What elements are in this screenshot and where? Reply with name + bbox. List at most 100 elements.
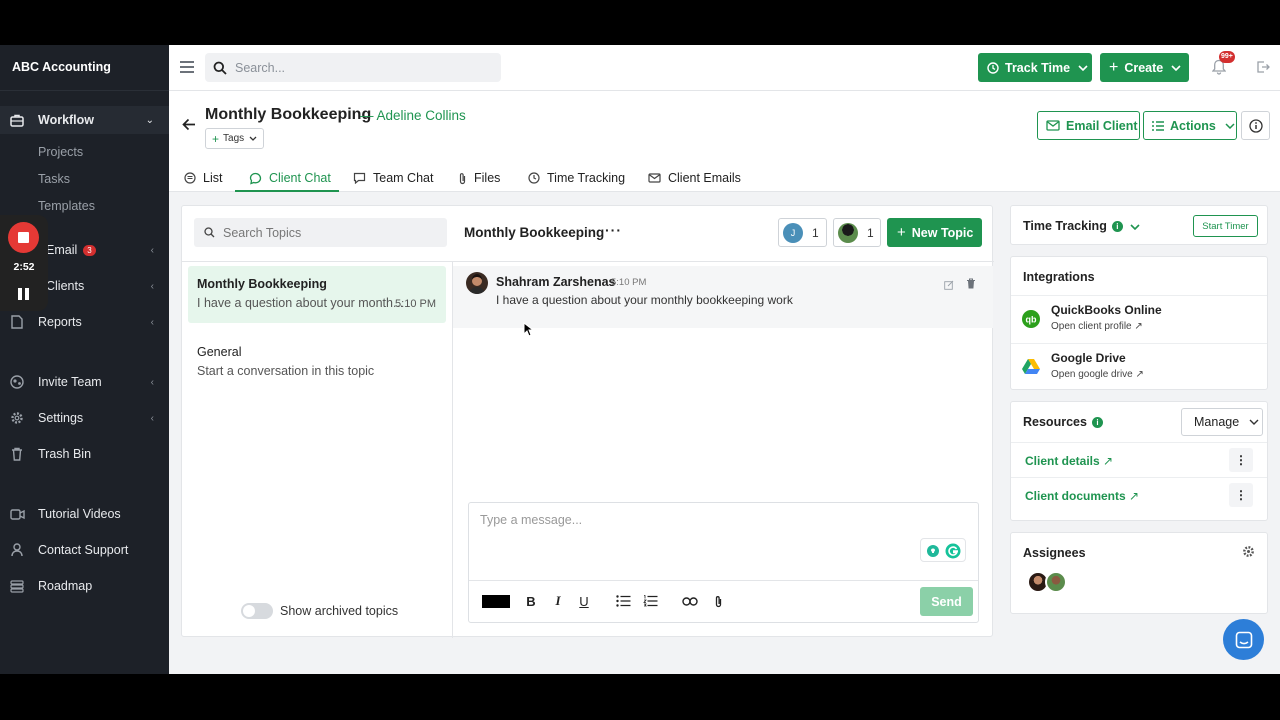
attachment-icon[interactable] bbox=[711, 590, 725, 612]
create-button[interactable]: + Create bbox=[1100, 53, 1189, 82]
chat-bubble-icon bbox=[249, 172, 262, 185]
mail-icon bbox=[1046, 120, 1060, 131]
tab-label: Files bbox=[474, 171, 501, 185]
sidebar-sub-projects[interactable]: Projects bbox=[38, 145, 83, 159]
topic-search-input[interactable] bbox=[223, 225, 433, 240]
chat-icon bbox=[1235, 631, 1253, 649]
chevron-left-icon: ‹ bbox=[150, 280, 154, 292]
stop-recording-button[interactable] bbox=[8, 222, 39, 253]
numbered-list-icon[interactable] bbox=[641, 590, 659, 612]
pause-recording-button[interactable] bbox=[18, 288, 30, 300]
sidebar-sub-tasks[interactable]: Tasks bbox=[38, 172, 70, 186]
email-client-button[interactable]: Email Client bbox=[1037, 111, 1140, 140]
topic-preview: I have a question about your month... bbox=[197, 296, 404, 310]
bold-icon[interactable]: B bbox=[523, 590, 539, 612]
more-options-icon[interactable]: ··· bbox=[605, 222, 622, 238]
external-link-icon: ↗ bbox=[1135, 369, 1144, 380]
tags-dropdown[interactable]: + Tags bbox=[205, 128, 264, 149]
link-text: Client details bbox=[1025, 454, 1100, 468]
video-icon bbox=[9, 506, 25, 522]
sidebar-item-settings[interactable]: Settings ‹ bbox=[0, 404, 169, 432]
topic-item[interactable]: General Start a conversation in this top… bbox=[188, 336, 446, 386]
actions-dropdown-button[interactable]: Actions bbox=[1143, 111, 1237, 140]
underline-icon[interactable]: U bbox=[576, 590, 592, 612]
integration-google-drive[interactable]: Google Drive Open google drive ↗ bbox=[1011, 343, 1267, 391]
search-input[interactable] bbox=[235, 60, 485, 75]
link-text: Open google drive bbox=[1051, 369, 1133, 380]
stopwatch-icon bbox=[528, 172, 540, 184]
resource-link[interactable]: Client details ↗ bbox=[1025, 454, 1113, 468]
integration-name: Google Drive bbox=[1051, 351, 1126, 365]
sidebar-item-tutorial-videos[interactable]: Tutorial Videos bbox=[0, 500, 169, 528]
kebab-menu-icon[interactable]: ⋮ bbox=[1229, 483, 1253, 507]
new-topic-button[interactable]: + New Topic bbox=[887, 218, 982, 247]
sidebar-item-trash-bin[interactable]: Trash Bin bbox=[0, 440, 169, 468]
global-search[interactable] bbox=[205, 53, 501, 82]
message-input[interactable] bbox=[480, 513, 910, 553]
integration-quickbooks[interactable]: qb QuickBooks Online Open client profile… bbox=[1011, 295, 1267, 343]
delete-icon[interactable] bbox=[966, 276, 976, 294]
resource-item[interactable]: Client documents ↗ ⋮ bbox=[1011, 477, 1267, 512]
sidebar-item-label: Tutorial Videos bbox=[38, 507, 121, 521]
logout-icon[interactable] bbox=[1256, 60, 1270, 74]
chevron-down-icon bbox=[249, 136, 257, 141]
start-timer-button[interactable]: Start Timer bbox=[1193, 215, 1258, 237]
topic-search[interactable] bbox=[194, 218, 447, 247]
sidebar-item-invite-team[interactable]: Invite Team ‹ bbox=[0, 368, 169, 396]
sidebar-item-workflow[interactable]: Workflow ⌄ bbox=[0, 106, 169, 134]
resource-link[interactable]: Client documents ↗ bbox=[1025, 489, 1139, 503]
gear-icon[interactable] bbox=[1242, 545, 1255, 563]
edit-icon[interactable] bbox=[944, 277, 954, 295]
info-button[interactable] bbox=[1241, 111, 1270, 140]
plus-icon: + bbox=[1109, 58, 1119, 76]
integration-link[interactable]: Open client profile ↗ bbox=[1051, 321, 1143, 332]
resource-item[interactable]: Client details ↗ ⋮ bbox=[1011, 442, 1267, 477]
integration-name: QuickBooks Online bbox=[1051, 303, 1162, 317]
screen-recorder-widget: 2:52 bbox=[0, 215, 48, 311]
tab-files[interactable]: Files bbox=[458, 163, 500, 193]
kebab-menu-icon[interactable]: ⋮ bbox=[1229, 448, 1253, 472]
toggle-switch[interactable] bbox=[241, 603, 273, 619]
text-color-swatch[interactable] bbox=[482, 595, 510, 608]
tab-client-chat[interactable]: Client Chat bbox=[249, 163, 331, 193]
bullet-list-icon[interactable] bbox=[614, 590, 632, 612]
info-icon: i bbox=[1111, 221, 1123, 233]
sidebar-sub-templates[interactable]: Templates bbox=[38, 199, 95, 213]
avatar bbox=[466, 272, 488, 294]
tab-label: Time Tracking bbox=[547, 171, 626, 185]
topic-item[interactable]: Monthly Bookkeeping I have a question ab… bbox=[188, 266, 446, 323]
show-archived-toggle[interactable]: Show archived topics bbox=[241, 603, 398, 619]
tab-list[interactable]: List bbox=[184, 163, 222, 193]
avatar bbox=[838, 222, 858, 243]
comment-icon bbox=[353, 172, 366, 184]
track-time-label: Track Time bbox=[1005, 60, 1071, 75]
grammarly-widget[interactable] bbox=[920, 538, 966, 562]
avatar[interactable] bbox=[1045, 571, 1067, 593]
notification-count-badge: 99+ bbox=[1219, 51, 1235, 63]
sidebar-item-contact-support[interactable]: Contact Support bbox=[0, 536, 169, 564]
track-time-button[interactable]: Track Time bbox=[978, 53, 1092, 82]
active-tab-indicator bbox=[235, 190, 339, 192]
send-button[interactable]: Send bbox=[920, 587, 973, 616]
client-name-link[interactable]: — Adeline Collins bbox=[360, 108, 466, 123]
chevron-down-icon[interactable] bbox=[1130, 224, 1140, 230]
tab-time-tracking[interactable]: Time Tracking bbox=[528, 163, 625, 193]
integration-link[interactable]: Open google drive ↗ bbox=[1051, 369, 1144, 380]
back-arrow-icon[interactable] bbox=[182, 118, 196, 136]
team-participants[interactable]: 1 bbox=[833, 218, 881, 247]
external-link-icon: ↗ bbox=[1129, 489, 1140, 503]
email-client-label: Email Client bbox=[1066, 118, 1138, 133]
sidebar-item-roadmap[interactable]: Roadmap bbox=[0, 572, 169, 600]
hamburger-menu-icon[interactable] bbox=[180, 61, 194, 73]
manage-dropdown[interactable]: Manage bbox=[1181, 408, 1263, 436]
client-participants[interactable]: J 1 bbox=[778, 218, 827, 247]
chevron-left-icon: ‹ bbox=[150, 376, 154, 388]
topic-time: 5:10 PM bbox=[395, 298, 436, 310]
tab-client-emails[interactable]: Client Emails bbox=[648, 163, 741, 193]
tab-team-chat[interactable]: Team Chat bbox=[353, 163, 433, 193]
link-icon[interactable] bbox=[681, 590, 699, 612]
sidebar-item-reports[interactable]: Reports ‹ bbox=[0, 308, 169, 336]
italic-icon[interactable]: I bbox=[550, 590, 566, 612]
support-chat-launcher[interactable] bbox=[1223, 619, 1264, 660]
link-text: Open client profile bbox=[1051, 321, 1132, 332]
